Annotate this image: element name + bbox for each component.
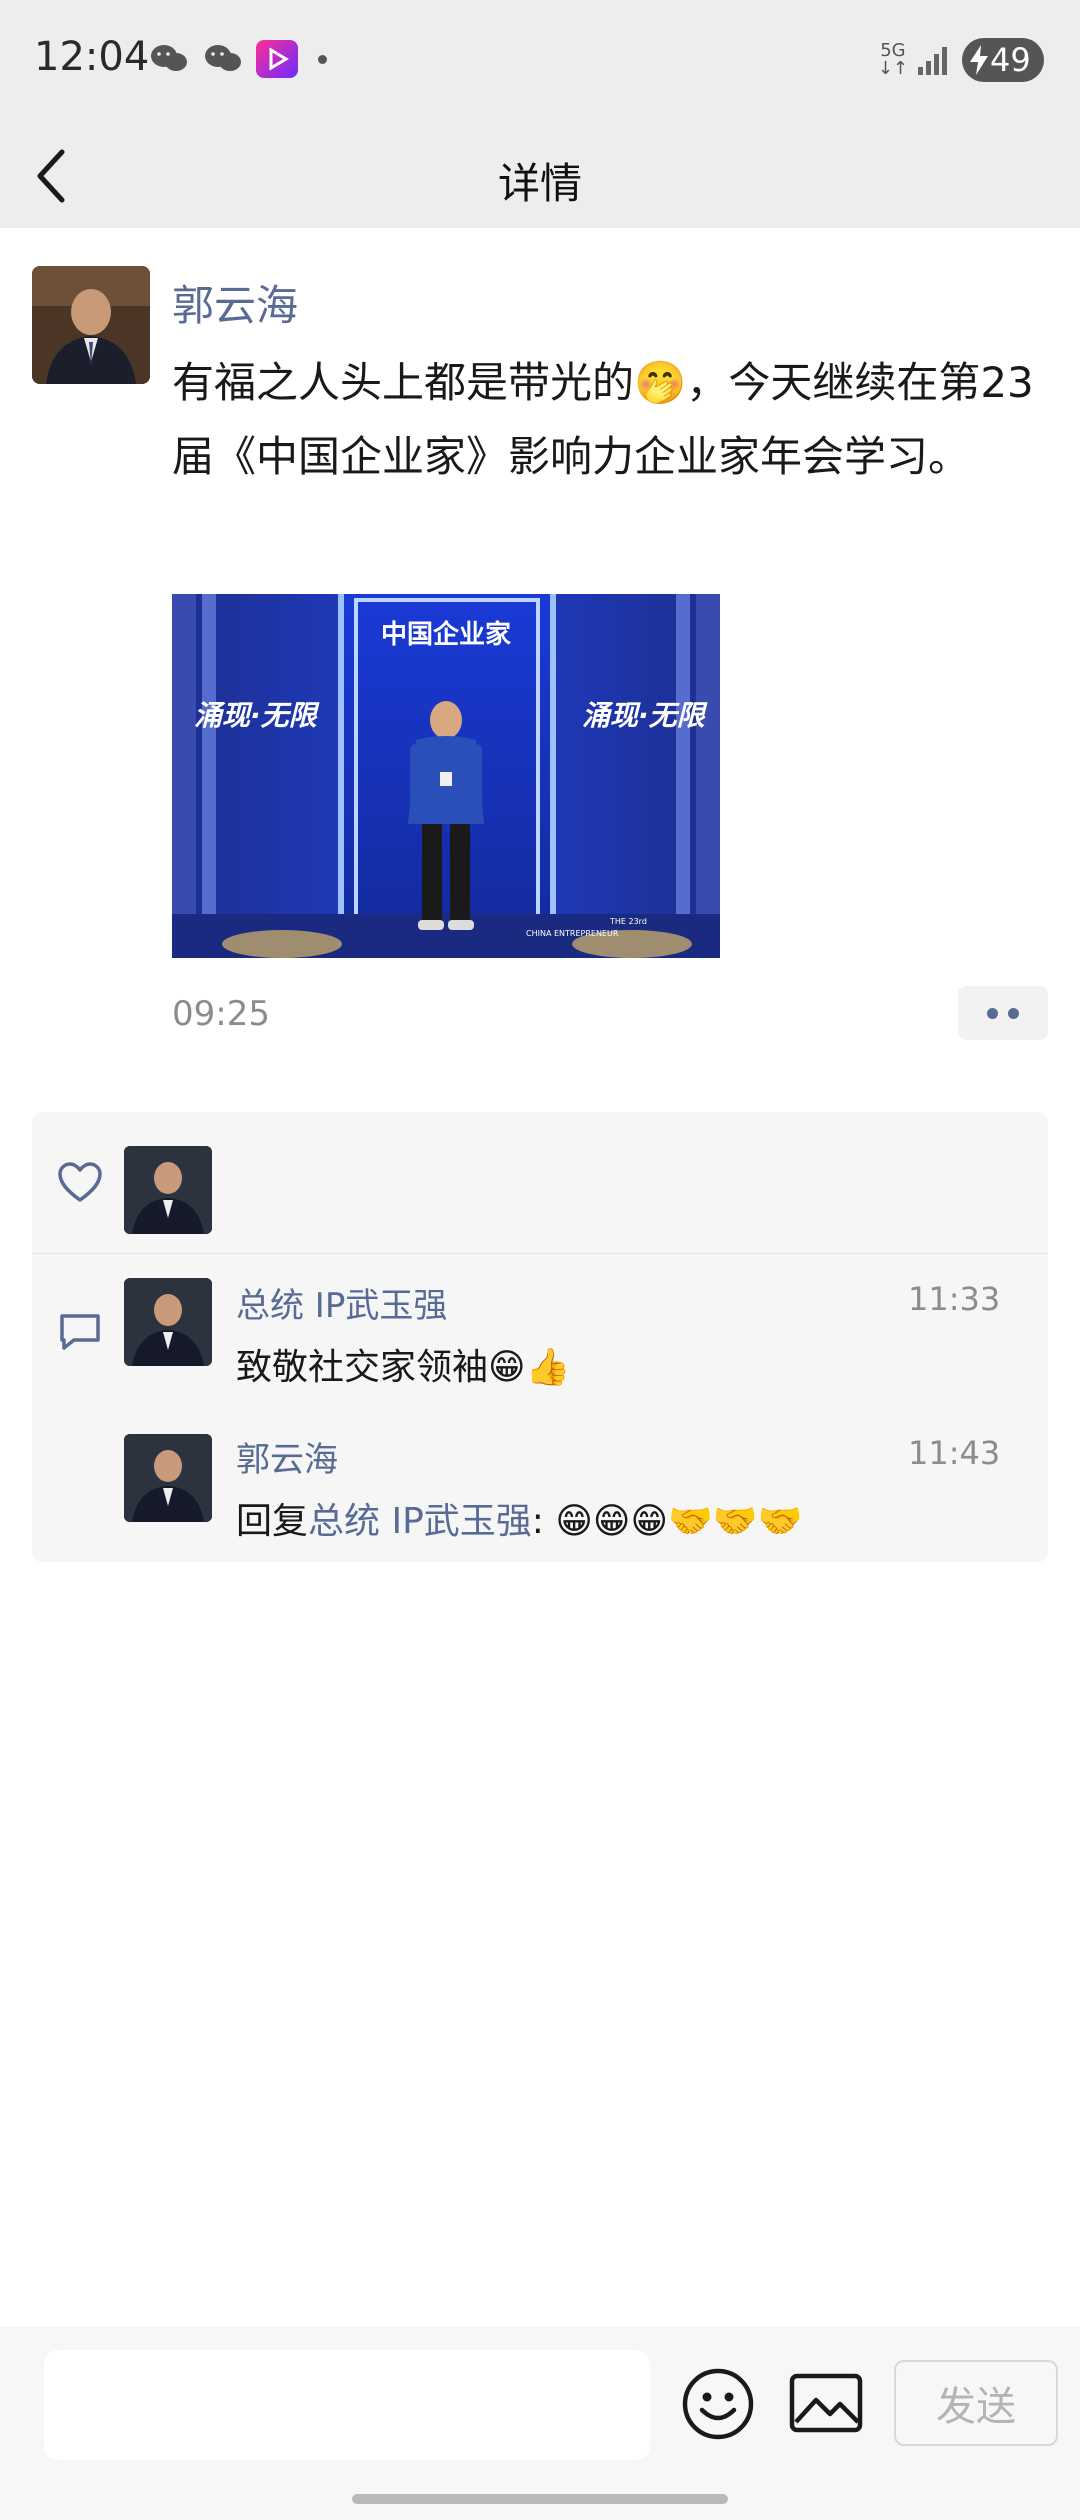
comment-icon [60, 1314, 100, 1350]
reply-to-name[interactable]: 总统 IP武玉强 [308, 1501, 532, 1542]
post-author-name[interactable]: 郭云海 [172, 272, 298, 333]
more-notifications-dot [318, 54, 327, 64]
commenter-avatar[interactable] [124, 1278, 212, 1366]
nav-bar: 详情 [0, 124, 1080, 228]
more-actions-button[interactable] [958, 986, 1048, 1040]
comment-input[interactable]: 评论 [44, 2350, 650, 2460]
reply-prefix: 回复 [236, 1501, 309, 1542]
send-button[interactable]: 发送 [894, 2360, 1058, 2446]
emoji-icon[interactable] [680, 2366, 756, 2442]
image-slogan-right: 涌现·无限 [582, 699, 705, 732]
interactions-panel: 总统 IP武玉强 11:33 致敬社交家领袖😁👍 郭云海 11:43 回复总统 … [32, 1112, 1048, 1562]
page-title: 详情 [497, 159, 582, 208]
battery-indicator: 49 [962, 38, 1044, 82]
svg-text:CHINA ENTREPRENEUR: CHINA ENTREPRENEUR [526, 929, 619, 938]
image-slogan-left: 涌现·无限 [194, 699, 317, 732]
status-bar: 12:04 5G ↓↑ 49 [0, 0, 1080, 124]
signal-icon [918, 47, 947, 75]
post-text: 有福之人头上都是带光的🤭，今天继续在第23 届《中国企业家》影响力企业家年会学习… [172, 346, 1052, 494]
network-indicator: 5G ↓↑ [877, 40, 908, 79]
wechat-notification-icon [148, 40, 190, 78]
comment-text[interactable]: 致敬社交家领袖😁👍 [236, 1338, 570, 1390]
comment-author[interactable]: 总统 IP武玉强 [236, 1278, 447, 1327]
comment-input-bar: 评论 发送 [0, 2326, 1080, 2520]
dot-icon [1008, 1007, 1019, 1019]
comment-author[interactable]: 郭云海 [236, 1432, 338, 1481]
reply-separator: : [531, 1501, 544, 1542]
comment-time: 11:33 [908, 1280, 1001, 1318]
post-text-part1: 有福之人头上都是带光的 [172, 358, 635, 407]
heart-icon [58, 1162, 102, 1202]
likes-row [32, 1112, 1048, 1254]
post-emoji: 🤭 [634, 358, 687, 407]
comment-text[interactable]: 回复总统 IP武玉强: 😁😁😁🤝🤝🤝 [236, 1492, 802, 1544]
image-icon[interactable] [788, 2370, 864, 2436]
status-time: 12:04 [34, 34, 150, 80]
post-time: 09:25 [172, 994, 270, 1034]
notification-icons [148, 40, 327, 78]
home-indicator[interactable] [352, 2494, 728, 2504]
image-magazine-title: 中国企业家 [380, 620, 511, 650]
liker-avatar[interactable] [124, 1146, 212, 1234]
wechat-notification-icon [202, 40, 244, 78]
reply-text: 😁😁😁🤝🤝🤝 [543, 1501, 803, 1542]
author-avatar[interactable] [32, 266, 150, 384]
post-photo[interactable]: THE 23rd CHINA ENTREPRENEUR 中国企业家 涌现·无限 … [172, 594, 720, 958]
dot-icon [987, 1007, 998, 1019]
video-app-icon [256, 40, 298, 78]
svg-text:THE 23rd: THE 23rd [609, 917, 647, 926]
commenter-avatar[interactable] [124, 1434, 212, 1522]
comment-time: 11:43 [908, 1434, 1001, 1472]
battery-level: 49 [990, 41, 1031, 79]
status-right: 5G ↓↑ 49 [878, 38, 1044, 82]
charging-bolt-icon [970, 45, 988, 75]
